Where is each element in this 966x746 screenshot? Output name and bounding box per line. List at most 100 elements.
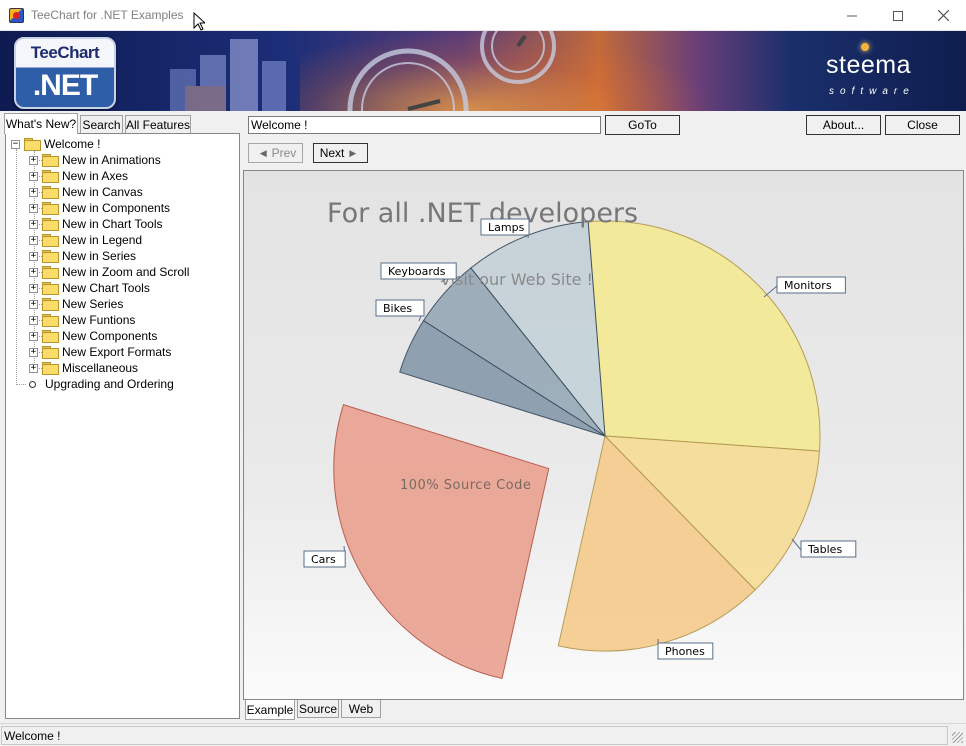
logo-net-text: .NET [32,69,98,102]
tree-item[interactable]: + New in Animations [29,152,161,168]
folder-icon [42,202,59,215]
tree-item-label: New in Zoom and Scroll [62,265,190,279]
expand-icon[interactable]: + [29,219,38,229]
close-window-button[interactable] [920,0,966,31]
goto-button[interactable]: GoTo [605,115,680,135]
prev-button-label: Prev [271,146,297,160]
tab-example[interactable]: Example [245,700,295,720]
tree-item-root[interactable]: − Welcome ! [11,136,100,152]
tab-all-features[interactable]: All Features [125,115,191,134]
tab-web[interactable]: Web [341,700,381,718]
tree-item-label: Upgrading and Ordering [45,377,174,391]
pie-label-cars: Cars [303,545,346,568]
banner-graphics [170,31,556,111]
tree-item[interactable]: + New Export Formats [29,344,171,360]
steema-logo-text: steema [826,51,911,79]
pie-slice-monitors[interactable] [587,220,821,452]
tree-item-label: New Series [62,297,124,311]
tree-item-label: New in Legend [62,233,143,247]
svg-text:Bikes: Bikes [383,302,412,315]
tree-item-label: New in Components [62,201,171,215]
svg-text:Tables: Tables [807,543,842,556]
tree-item[interactable]: + New in Axes [29,168,128,184]
tree-line [16,149,17,385]
collapse-icon[interactable]: − [11,139,20,149]
next-button[interactable]: Next ▶ [313,143,368,163]
expand-icon[interactable]: + [29,315,38,325]
tree-item-label: Welcome ! [44,137,101,151]
folder-icon [42,346,59,359]
expand-icon[interactable]: + [29,155,38,165]
mouse-cursor-icon [193,12,205,31]
folder-icon [42,218,59,231]
tree-item-label: Miscellaneous [62,361,139,375]
tab-search[interactable]: Search [80,115,123,134]
pie-chart[interactable]: For all .NET developersVisit our Web Sit… [244,171,963,699]
expand-icon[interactable]: + [29,187,38,197]
minimize-button[interactable] [829,0,875,31]
expand-icon[interactable]: + [29,267,38,277]
tree-item-label: New Export Formats [62,345,172,359]
close-button[interactable]: Close [885,115,960,135]
expand-icon[interactable]: + [29,283,38,293]
expand-icon[interactable]: + [29,171,38,181]
svg-text:Monitors: Monitors [784,279,832,292]
folder-icon [42,362,59,375]
close-icon [937,10,949,21]
header-banner: TeeChart .NET steema software [0,31,966,111]
resize-grip-icon[interactable] [952,732,963,743]
annotation-source-code: 100% Source Code [400,478,531,493]
example-search-input[interactable]: Welcome ! [248,116,601,134]
tree-item[interactable]: + New in Components [29,200,170,216]
expand-icon[interactable]: + [29,347,38,357]
pie-label-keyboards: Keyboards [380,262,457,283]
tree-item[interactable]: + New Funtions [29,312,135,328]
tree-item[interactable]: + Miscellaneous [29,360,138,376]
leaf-circle-icon [29,380,36,388]
expand-icon[interactable]: + [29,299,38,309]
tree-item[interactable]: + New in Chart Tools [29,216,163,232]
next-button-label: Next [319,146,345,160]
tree-item[interactable]: + New in Series [29,248,136,264]
expand-icon[interactable]: + [29,331,38,341]
expand-icon[interactable]: + [29,251,38,261]
tab-whats-new[interactable]: What's New? [4,113,78,134]
examples-tree[interactable]: − Welcome ! + New in Animations + New in Ax… [5,133,240,719]
teechart-logo: TeeChart .NET [14,37,116,109]
tree-item[interactable]: + New Components [29,328,157,344]
tree-item-label: New Funtions [62,313,136,327]
tree-item-label: New Chart Tools [62,281,150,295]
tree-item-upgrading[interactable]: Upgrading and Ordering [27,376,174,392]
folder-open-icon [24,138,41,151]
expand-icon[interactable]: + [29,363,38,373]
pie-slice-cars[interactable] [333,404,550,680]
maximize-icon [893,10,903,21]
prev-button[interactable]: ◀ Prev [248,143,303,163]
tree-item-label: New in Axes [62,169,129,183]
tree-item[interactable]: + New in Zoom and Scroll [29,264,189,280]
folder-icon [42,298,59,311]
prev-arrow-icon: ◀ [259,147,267,158]
maximize-button[interactable] [875,0,921,31]
folder-icon [42,186,59,199]
app-icon [9,8,24,23]
chart-panel[interactable]: For all .NET developers Visit our Web Sit… [243,170,964,700]
window-title: TeeChart for .NET Examples [31,8,184,22]
status-bar: Welcome ! [0,723,966,746]
folder-icon [42,266,59,279]
expand-icon[interactable]: + [29,235,38,245]
tree-item[interactable]: + New in Legend [29,232,142,248]
tree-item[interactable]: + New Chart Tools [29,280,150,296]
tree-line [17,384,26,385]
folder-icon [42,282,59,295]
logo-top-text: TeeChart [30,43,100,62]
tree-item[interactable]: + New Series [29,296,123,312]
tab-source[interactable]: Source [297,700,339,718]
tree-item-label: New in Series [62,249,137,263]
next-arrow-icon: ▶ [349,147,357,158]
expand-icon[interactable]: + [29,203,38,213]
folder-icon [42,330,59,343]
about-button[interactable]: About... [806,115,881,135]
tree-item[interactable]: + New in Canvas [29,184,143,200]
folder-icon [42,314,59,327]
